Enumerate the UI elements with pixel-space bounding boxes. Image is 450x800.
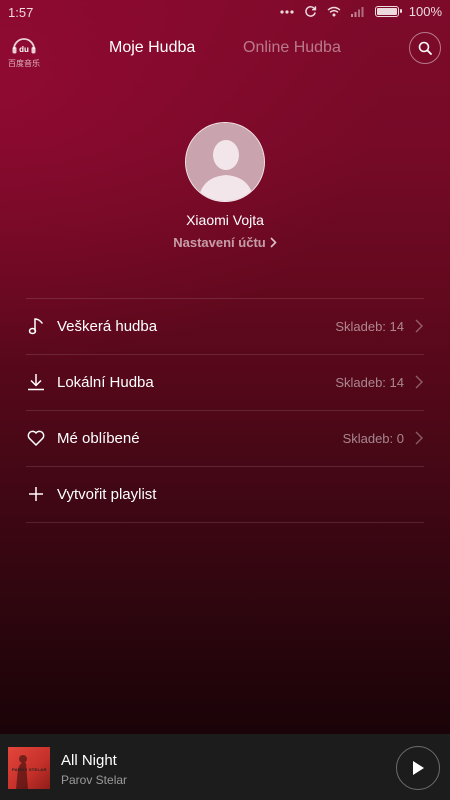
battery-icon <box>374 6 402 17</box>
tab-online-music[interactable]: Online Hudba <box>243 39 341 57</box>
track-count: Skladeb: 14 <box>335 319 404 334</box>
track-count: Skladeb: 0 <box>342 431 404 446</box>
menu-item-local-music[interactable]: Lokální Hudba Skladeb: 14 <box>26 355 424 410</box>
track-title: All Night <box>61 752 117 769</box>
battery-percent: 100% <box>408 4 442 19</box>
sync-icon <box>304 5 317 18</box>
menu-item-label: Veškerá hudba <box>57 318 158 335</box>
top-navigation: du 百度音乐 Moje Hudba Online Hudba <box>0 30 450 70</box>
music-note-icon <box>28 318 43 335</box>
menu-item-favorites[interactable]: Mé oblíbené Skladeb: 0 <box>26 411 424 466</box>
menu-item-label: Lokální Hudba <box>57 374 154 391</box>
avatar[interactable] <box>185 122 265 202</box>
tab-my-music[interactable]: Moje Hudba <box>109 39 195 57</box>
play-icon <box>413 761 424 775</box>
album-cover[interactable]: PAROV STELAR <box>8 747 50 789</box>
signal-icon <box>350 6 365 17</box>
track-artist: Parov Stelar <box>61 773 128 787</box>
chevron-right-icon <box>270 236 277 251</box>
default-user-icon <box>186 123 264 201</box>
status-time: 1:57 <box>8 5 34 20</box>
menu-item-create-playlist[interactable]: Vytvořit playlist <box>26 467 424 522</box>
logo-subtitle: 百度音乐 <box>8 59 40 68</box>
menu-item-label: Vytvořit playlist <box>57 486 157 503</box>
dots-icon <box>280 9 294 14</box>
profile-name: Xiaomi Vojta <box>186 212 264 228</box>
album-cover-text: PAROV STELAR <box>12 767 47 772</box>
divider <box>26 522 424 523</box>
menu-item-all-music[interactable]: Veškerá hudba Skladeb: 14 <box>26 299 424 354</box>
music-app-screen: 1:57 100% du 百度音乐 Moje Hudba Online Hudb… <box>0 0 450 800</box>
heart-icon <box>27 430 45 446</box>
download-icon <box>28 374 44 391</box>
account-settings-label: Nastavení účtu <box>173 235 266 250</box>
svg-text:du: du <box>19 45 29 54</box>
search-icon <box>418 41 432 55</box>
search-button[interactable] <box>409 32 441 64</box>
track-count: Skladeb: 14 <box>335 375 404 390</box>
app-logo: du 百度音乐 <box>8 36 40 68</box>
chevron-right-icon <box>415 375 423 389</box>
account-settings-link[interactable]: Nastavení účtu <box>0 235 450 251</box>
menu-item-label: Mé oblíbené <box>57 430 140 447</box>
play-button[interactable] <box>396 746 440 790</box>
now-playing-bar[interactable]: PAROV STELAR All Night Parov Stelar <box>0 734 450 800</box>
chevron-right-icon <box>415 431 423 445</box>
baidu-music-logo-icon: du <box>12 38 36 54</box>
chevron-right-icon <box>415 319 423 333</box>
wifi-icon <box>327 6 341 17</box>
status-bar: 1:57 100% <box>0 0 450 26</box>
library-menu: Veškerá hudba Skladeb: 14 Lokální Hudba … <box>26 298 424 523</box>
status-icons: 100% <box>280 4 442 19</box>
plus-icon <box>29 487 43 501</box>
